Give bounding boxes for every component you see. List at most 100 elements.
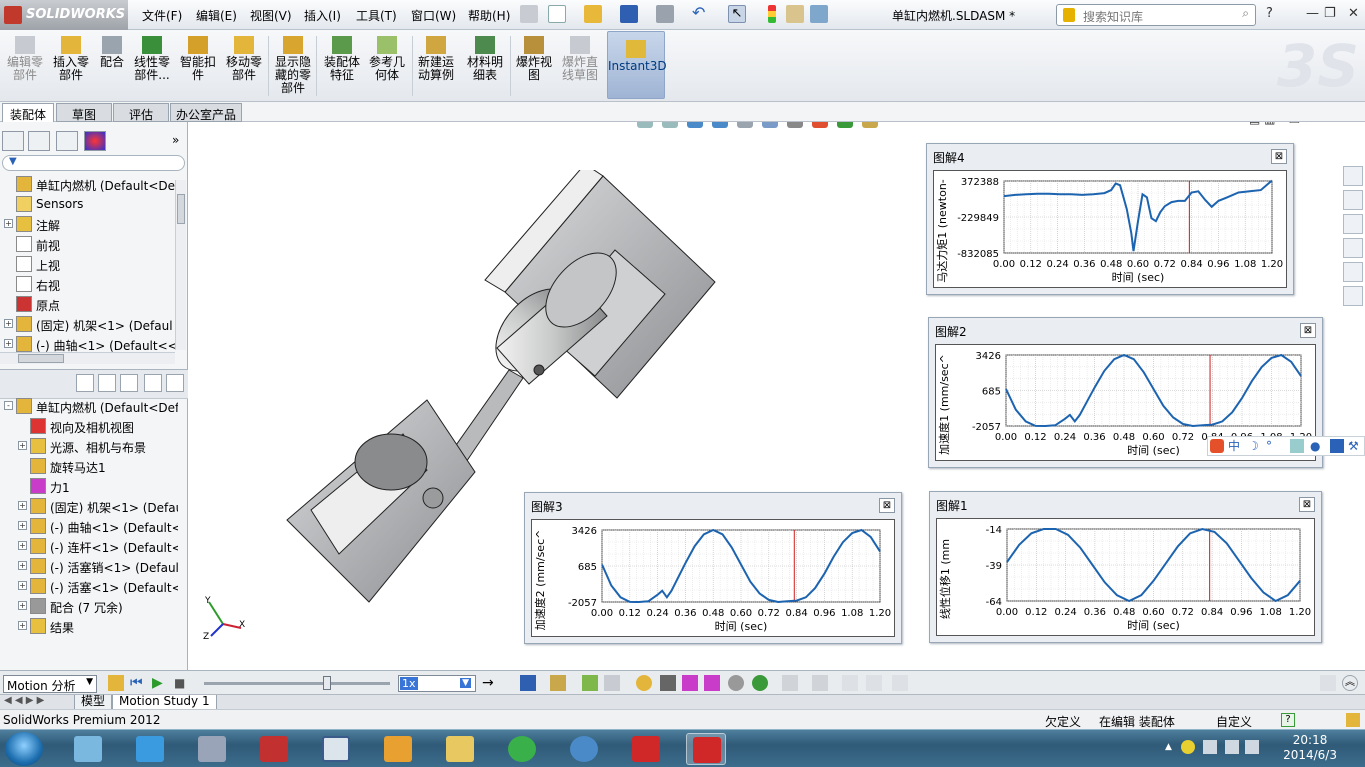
feature-manager-tab[interactable] [2,131,24,151]
playback-mode-icon[interactable]: → [482,675,498,691]
file-properties-icon[interactable] [786,5,804,23]
contact-icon[interactable] [728,675,744,691]
tray-expand-icon[interactable]: ▲ [1165,742,1172,752]
calculate-icon[interactable] [108,675,124,691]
filter-driving-icon[interactable] [98,374,116,392]
edit-appearance-icon[interactable] [812,122,828,128]
expand-panel-icon[interactable]: » [172,133,179,147]
tree-item[interactable]: 视向及相机视图 [0,416,178,436]
tree-filter-input[interactable]: ▼ [2,155,185,171]
home-icon[interactable] [1343,166,1363,186]
view-orientation-icon[interactable] [737,122,753,128]
custom-properties-icon[interactable] [1343,286,1363,306]
configuration-manager-tab[interactable] [56,131,78,151]
play-icon[interactable]: ▶ [152,675,168,691]
play-from-start-icon[interactable]: ⏮ [130,675,146,691]
mate-button[interactable]: 配合 [96,34,128,100]
display-style-icon[interactable] [762,122,778,128]
expand-toggle-icon[interactable]: + [18,521,27,530]
clock[interactable]: 20:18 2014/6/3 [1283,733,1337,763]
tree-item[interactable]: 右视 [0,274,178,294]
hscrollbar-thumb[interactable] [18,354,64,363]
tree-item[interactable]: + (-) 曲轴<1> (Default< [0,516,178,536]
close-button[interactable]: ✕ [1348,6,1359,21]
tree-item[interactable]: Sensors [0,194,178,214]
tree-item[interactable]: + 光源、相机与布景 [0,436,178,456]
timeline-options-icon[interactable] [892,675,908,691]
tree-scrollbar[interactable] [175,180,186,350]
pin-icon[interactable] [520,5,538,23]
menu-tools[interactable]: 工具(T) [356,7,397,24]
animation-wizard-icon[interactable] [550,675,566,691]
spring-icon[interactable] [660,675,676,691]
tab-motion-study-1[interactable]: Motion Study 1 [112,695,217,710]
tree-item[interactable]: 旋转马达1 [0,456,178,476]
menu-view[interactable]: 视图(V) [250,7,292,24]
plot-close-button[interactable]: ⊠ [1271,149,1287,164]
ime-moon-icon[interactable]: ☽ [1248,439,1262,453]
tab-assembly[interactable]: 装配体 [2,103,54,122]
expand-toggle-icon[interactable]: + [4,319,13,328]
previous-view-icon[interactable] [687,122,703,128]
save-icon[interactable] [620,5,638,23]
tree-item[interactable]: + (-) 连杆<1> (Default< [0,536,178,556]
taskbar-solidworks-active-icon[interactable] [686,733,726,765]
tree-item[interactable]: 单缸内燃机 (Default<Defa [0,174,178,194]
expand-toggle-icon[interactable]: + [18,581,27,590]
instant3d-button[interactable]: Instant3D [607,31,667,99]
sort-icon[interactable] [166,374,184,392]
plot-window-3[interactable]: 图解3 ⊠ 3426 685 -2057 0.00 0.12 0.24 0.36 0.48 0.60… [524,492,902,644]
tab-model[interactable]: 模型 [74,695,113,710]
explode-line-sketch-button[interactable]: 爆炸直线草图 [558,34,602,100]
zoom-timeline-icon[interactable] [866,675,882,691]
design-library-icon[interactable] [1343,190,1363,210]
undo-icon[interactable]: ↶ [692,5,710,23]
taskbar-autocad-icon[interactable] [254,733,294,765]
volume-icon[interactable] [1245,740,1259,754]
view-close-icon[interactable]: ✕ [1304,122,1314,126]
search-icon[interactable]: ⌕ [1242,6,1249,21]
expand-toggle-icon[interactable]: + [18,441,27,450]
motion-study-properties-icon[interactable] [812,675,828,691]
zoom-to-fit-icon[interactable] [637,122,653,128]
tree-item[interactable]: + (-) 活塞销<1> (Default [0,556,178,576]
new-file-icon[interactable] [548,5,566,23]
filter-selected-icon[interactable] [120,374,138,392]
taskbar-explorer-search-icon[interactable] [68,733,108,765]
tree-item[interactable]: + (-) 活塞<1> (Default< [0,576,178,596]
edit-component-button[interactable]: 编辑零部件 [4,34,46,100]
taskbar-solidworks-icon[interactable] [626,733,666,765]
menu-file[interactable]: 文件(F) [142,7,182,24]
stop-icon[interactable]: ■ [174,675,190,691]
study-type-select[interactable]: Motion 分析 ▼ [3,675,97,693]
options-icon[interactable] [810,5,828,23]
plot-window-1[interactable]: 图解1 ⊠ -14 -39 -64 0.00 0.12 0.24 0.36 0.48 0.60 0.7… [929,491,1322,643]
insert-component-button[interactable]: 插入零部件 [50,34,92,100]
smart-fasteners-button[interactable]: 智能扣件 [178,34,218,100]
action-center-icon[interactable] [1225,740,1239,754]
units-select[interactable]: 自定义 [1216,713,1252,730]
filter-results-icon[interactable] [144,374,162,392]
taskbar-360-icon[interactable] [502,733,542,765]
tab-evaluate[interactable]: 评估 [113,103,169,122]
collapse-icon[interactable] [842,675,858,691]
exploded-view-button[interactable]: 爆炸视图 [514,34,554,100]
expand-toggle-icon[interactable]: + [18,561,27,570]
ime-tools-icon[interactable]: ⚒ [1348,439,1362,453]
add-key-icon[interactable] [604,675,620,691]
taskbar-folder-icon[interactable] [440,733,480,765]
tree-item[interactable]: + (固定) 机架<1> (Defaul [0,314,178,334]
expand-toggle-icon[interactable]: + [4,219,13,228]
sogou-icon[interactable] [1210,439,1224,453]
tree-item[interactable]: + (固定) 机架<1> (Defau [0,496,178,516]
taskbar-notes-icon[interactable] [130,733,170,765]
expand-toggle-icon[interactable]: + [18,601,27,610]
tree-item[interactable]: + (-) 曲轴<1> (Default<< [0,334,178,354]
new-motion-study-button[interactable]: 新建运动算例 [414,34,458,100]
rebuild-icon[interactable] [768,5,776,23]
tab-office-products[interactable]: 办公室产品 [170,103,242,122]
autokey-icon[interactable] [582,675,598,691]
file-explorer-icon[interactable] [1343,214,1363,234]
taskbar-box-icon[interactable] [378,733,418,765]
taskbar-gear-icon[interactable] [564,733,604,765]
